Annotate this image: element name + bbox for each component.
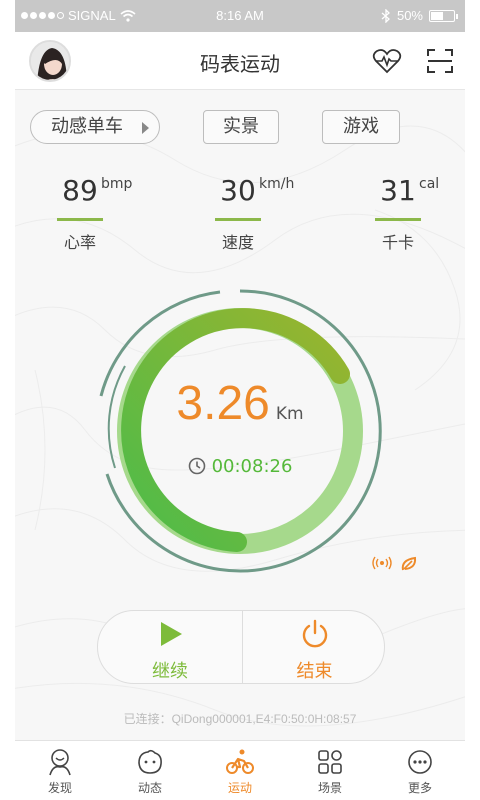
tab-scenes-label: 场景: [317, 781, 342, 795]
tab-scenes[interactable]: 场景: [285, 741, 375, 800]
tab-discover-label: 发现: [47, 781, 72, 795]
power-icon: [302, 619, 327, 648]
stat-heart-rate: 89 bmp 心率: [25, 174, 135, 253]
end-button[interactable]: 结束: [242, 611, 386, 683]
leaf-icon: [401, 556, 417, 571]
distance-unit: Km: [275, 404, 304, 424]
tab-feed-label: 动态: [137, 781, 162, 795]
battery-percent: 50%: [396, 8, 423, 23]
speed-value: 30: [220, 174, 256, 207]
mode-selector: 动感单车 实景 游戏: [15, 110, 465, 146]
tab-feed[interactable]: 动态: [105, 741, 195, 800]
stat-underline: [57, 218, 103, 221]
scan-icon[interactable]: [425, 46, 455, 76]
tab-more-label: 更多: [407, 781, 432, 795]
duration-value: 00:08:26: [211, 456, 293, 477]
duration-display: 00:08:26: [15, 456, 465, 477]
device-status-icons: [372, 556, 418, 572]
chevron-right-icon: [142, 122, 149, 134]
heart-rate-value: 89: [62, 174, 98, 207]
cycling-icon: [226, 749, 254, 774]
discover-icon: [49, 749, 71, 776]
speed-unit: km/h: [259, 176, 295, 192]
end-label: 结束: [296, 661, 333, 682]
calories-unit: cal: [419, 176, 440, 192]
stat-speed: 30 km/h 速度: [183, 174, 295, 253]
progress-ring: [99, 289, 382, 573]
scenes-icon: [318, 750, 342, 774]
status-right: 50%: [381, 8, 458, 23]
stat-calories: 31 cal 千卡: [343, 174, 453, 253]
play-icon: [161, 622, 182, 646]
resume-button[interactable]: 继续: [98, 611, 242, 683]
broadcast-icon: [372, 556, 392, 570]
stat-underline: [375, 218, 421, 221]
mode-bike-label: 动感单车: [51, 116, 123, 137]
tab-exercise[interactable]: 运动: [195, 741, 285, 800]
tab-exercise-label: 运动: [227, 781, 252, 795]
distance-display: 3.26 Km: [15, 376, 465, 431]
feed-icon: [138, 749, 162, 774]
resume-label: 继续: [152, 661, 188, 682]
status-bar: SIGNAL 8:16 AM 50%: [15, 0, 465, 32]
more-icon: [408, 750, 432, 774]
bottom-tab-bar: 发现 动态 运动 场景 更多: [15, 740, 465, 800]
calories-label: 千卡: [381, 233, 414, 252]
distance-value: 3.26: [176, 377, 270, 430]
bluetooth-icon: [381, 8, 390, 23]
heart-rate-label: 心率: [63, 233, 96, 252]
mode-game-button[interactable]: 游戏: [322, 110, 400, 144]
tab-more[interactable]: 更多: [375, 741, 465, 800]
heart-pulse-icon[interactable]: [372, 46, 402, 76]
tab-discover[interactable]: 发现: [15, 741, 105, 800]
workout-panel: 动感单车 实景 游戏 89 bmp 心率 30 km/h 速度 31 cal 千卡: [15, 90, 465, 740]
heart-rate-unit: bmp: [101, 176, 133, 192]
speed-label: 速度: [221, 233, 254, 252]
mode-real-button[interactable]: 实景: [203, 110, 279, 144]
mode-bike-dropdown[interactable]: 动感单车: [30, 110, 160, 144]
battery-icon: [429, 9, 458, 22]
stat-underline: [215, 218, 261, 221]
connection-status: 已连接：QiDong000001,E4:F0:50:0H:08:57: [123, 712, 357, 726]
calories-value: 31: [380, 174, 416, 207]
app-header: 码表运动: [15, 32, 465, 90]
clock-icon: [188, 457, 205, 475]
control-buttons: 继续 结束: [97, 610, 385, 684]
